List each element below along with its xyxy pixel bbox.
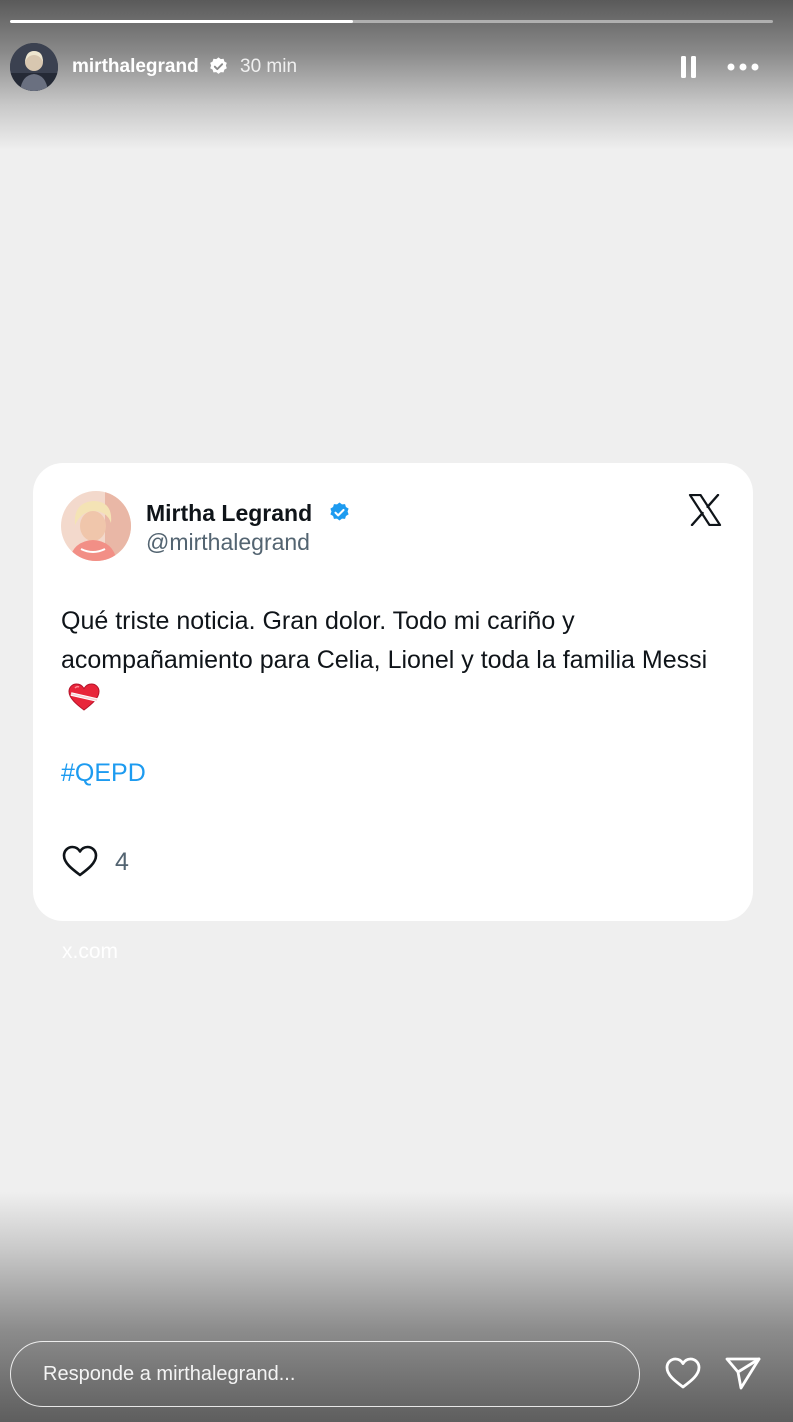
story-progress-bar [10,20,773,23]
verified-badge-icon [210,57,227,74]
like-count: 4 [115,848,129,876]
tweet-body: Qué triste noticia. Gran dolor. Todo mi … [61,602,731,719]
x-logo-icon[interactable] [688,494,722,526]
tweet-author-name[interactable]: Mirtha Legrand [146,500,312,526]
heart-outline-icon[interactable] [664,1356,702,1390]
story-progress-fill [10,20,354,23]
story-avatar[interactable] [10,43,58,91]
tweet-avatar [61,491,131,561]
reply-input[interactable] [10,1341,640,1407]
tweet-text: Qué triste noticia. Gran dolor. Todo mi … [61,607,708,674]
embedded-tweet-card[interactable]: Mirtha Legrand @mirthalegrand Qué triste… [33,463,753,921]
hashtag-link[interactable]: #QEPD [61,758,146,788]
more-options-icon[interactable] [726,58,760,76]
story-timestamp: 30 min [240,56,298,77]
source-domain-link[interactable]: x.com [62,940,118,964]
avatar-image [10,43,58,91]
send-icon[interactable] [724,1355,762,1391]
broken-heart-emoji [68,683,100,711]
story-username[interactable]: mirthalegrand [72,56,199,78]
pause-icon[interactable] [678,54,700,80]
verified-badge-icon [330,502,349,521]
tweet-author-handle[interactable]: @mirthalegrand [146,529,310,555]
heart-icon[interactable] [61,844,99,878]
avatar-image [61,491,131,561]
